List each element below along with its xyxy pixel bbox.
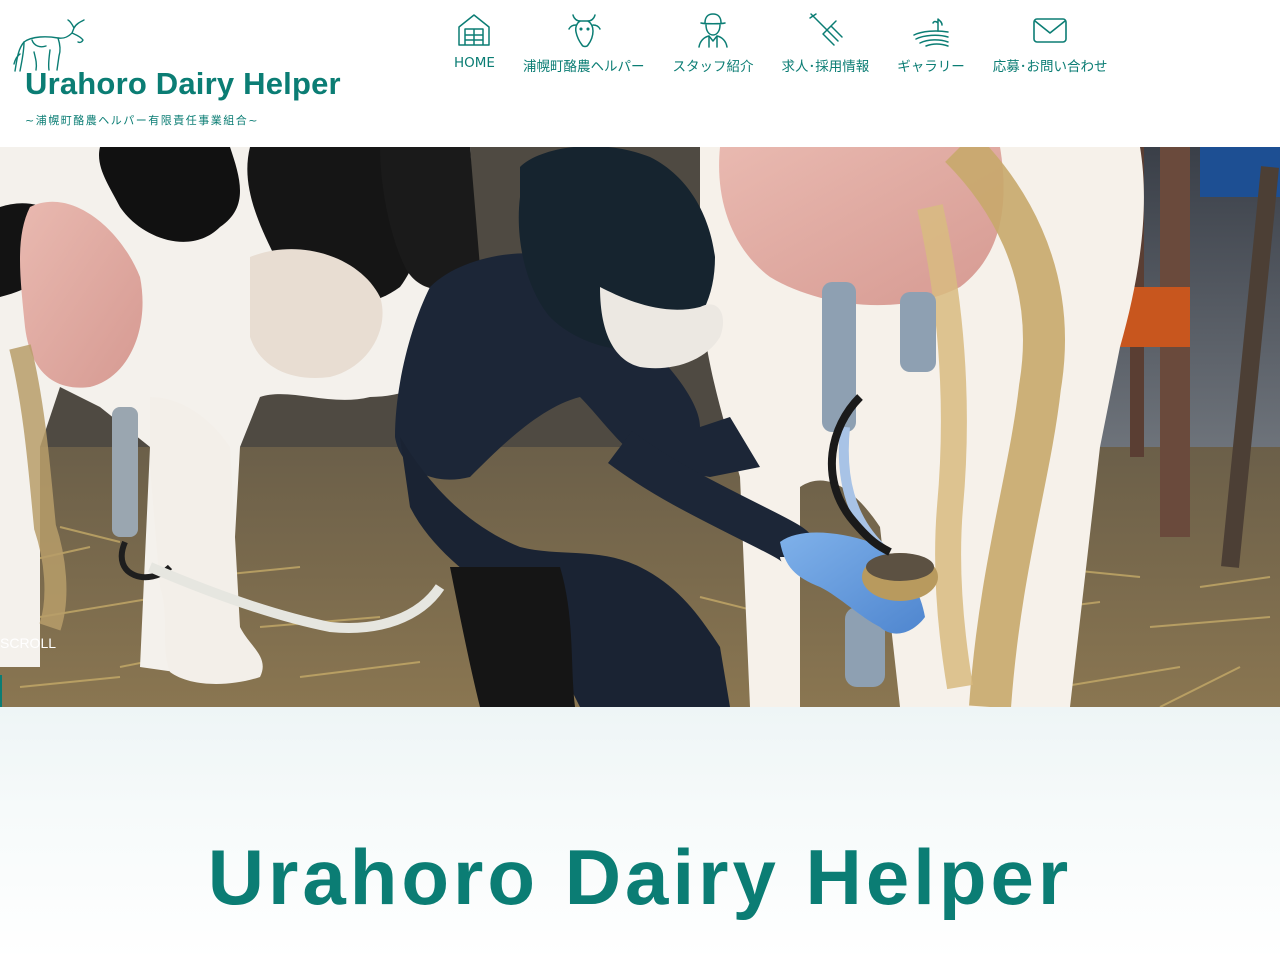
nav-label-staff: スタッフ紹介 bbox=[672, 59, 754, 75]
logo-title: Urahoro Dairy Helper bbox=[25, 66, 341, 101]
nav-item-recruit[interactable]: 求人･採用情報 bbox=[767, 10, 883, 80]
nav-label-recruit: 求人･採用情報 bbox=[781, 59, 870, 75]
scroll-label: SCROLL bbox=[0, 635, 57, 651]
logo-subtitle: ~浦幌町酪農ヘルパー有限責任事業組合~ bbox=[25, 114, 259, 127]
nav-item-contact[interactable]: 応募･お問い合わせ bbox=[979, 10, 1122, 80]
nav-item-staff[interactable]: スタッフ紹介 bbox=[658, 10, 767, 80]
nav-label-gallery: ギャラリー bbox=[897, 59, 965, 75]
farmer-icon bbox=[693, 10, 733, 50]
intro-section: Urahoro Dairy Helper bbox=[0, 707, 1280, 960]
nav-label-about: 浦幌町酪農ヘルパー bbox=[522, 59, 645, 75]
hero-milking-photo bbox=[0, 147, 1280, 707]
nav-item-about[interactable]: 浦幌町酪農ヘルパー bbox=[509, 10, 659, 80]
global-nav: HOME 浦幌町酪農ヘルパー スタッフ紹介 求人･採用情報 ギャラリー 応募･お… bbox=[440, 10, 1121, 80]
scroll-indicator[interactable]: SCROLL bbox=[0, 635, 80, 707]
hero-image: SCROLL bbox=[0, 147, 1280, 707]
nav-item-home[interactable]: HOME bbox=[440, 10, 509, 80]
house-icon bbox=[454, 10, 494, 50]
cow-logo-icon bbox=[13, 19, 85, 72]
nav-label-home: HOME bbox=[454, 55, 495, 71]
nav-item-gallery[interactable]: ギャラリー bbox=[883, 10, 979, 80]
intro-title: Urahoro Dairy Helper bbox=[207, 833, 1073, 921]
pitchfork-icon bbox=[805, 10, 845, 50]
site-logo-link[interactable]: Urahoro Dairy Helper ~浦幌町酪農ヘルパー有限責任事業組合~ bbox=[10, 12, 370, 132]
cow-head-icon bbox=[564, 10, 604, 50]
nav-label-contact: 応募･お問い合わせ bbox=[992, 59, 1108, 75]
field-icon bbox=[911, 10, 951, 50]
envelope-icon bbox=[1030, 10, 1070, 50]
site-header: Urahoro Dairy Helper ~浦幌町酪農ヘルパー有限責任事業組合~… bbox=[0, 0, 1280, 147]
